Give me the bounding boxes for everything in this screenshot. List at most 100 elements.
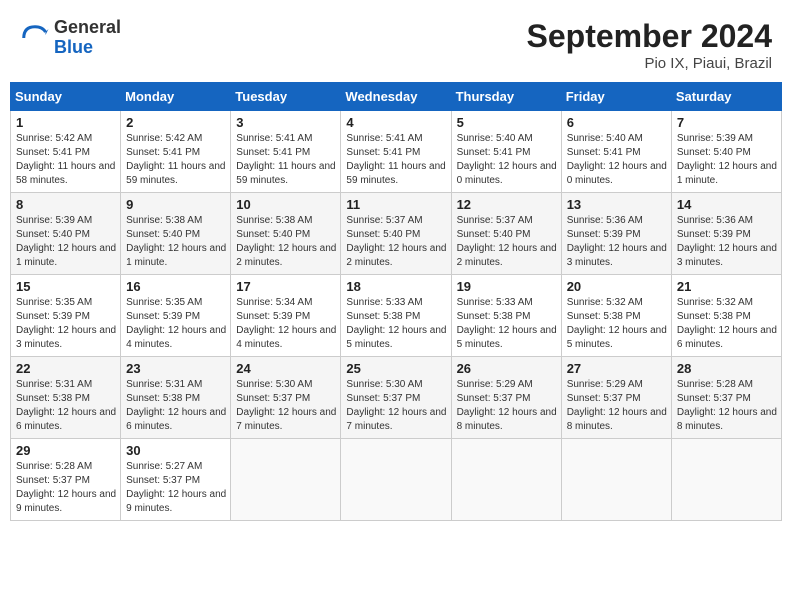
- day-number: 26: [457, 361, 557, 376]
- calendar-cell: 13 Sunrise: 5:36 AMSunset: 5:39 PMDayligh…: [561, 193, 671, 275]
- weekday-header-saturday: Saturday: [671, 83, 781, 111]
- day-info: Sunrise: 5:28 AMSunset: 5:37 PMDaylight:…: [16, 460, 116, 516]
- calendar-cell: 3Sunrise: 5:41 AMSunset: 5:41 PMDaylight…: [231, 111, 341, 193]
- day-number: 10: [236, 197, 336, 212]
- day-number: 16: [126, 279, 226, 294]
- calendar-cell: 7Sunrise: 5:39 AMSunset: 5:40 PMDaylight…: [671, 111, 781, 193]
- day-number: 11: [346, 197, 446, 212]
- calendar-cell: 27 Sunrise: 5:29 AMSunset: 5:37 PMDayligh…: [561, 357, 671, 439]
- day-info: Sunrise: 5:40 AMSunset: 5:41 PMDaylight:…: [567, 132, 667, 188]
- weekday-header-wednesday: Wednesday: [341, 83, 451, 111]
- day-number: 24: [236, 361, 336, 376]
- day-number: 5: [457, 115, 557, 130]
- calendar-cell: 29 Sunrise: 5:28 AMSunset: 5:37 PMDayligh…: [11, 439, 121, 521]
- page-header: General Blue September 2024 Pio IX, Piau…: [10, 10, 782, 76]
- day-info: Sunrise: 5:38 AMSunset: 5:40 PMDaylight:…: [236, 214, 336, 270]
- calendar-cell: 17 Sunrise: 5:34 AMSunset: 5:39 PMDayligh…: [231, 275, 341, 357]
- day-info: Sunrise: 5:38 AMSunset: 5:40 PMDaylight:…: [126, 214, 226, 270]
- day-number: 30: [126, 443, 226, 458]
- calendar-table: SundayMondayTuesdayWednesdayThursdayFrid…: [10, 82, 782, 521]
- calendar-cell: 26 Sunrise: 5:29 AMSunset: 5:37 PMDayligh…: [451, 357, 561, 439]
- calendar-cell: 28Sunrise: 5:28 AMSunset: 5:37 PMDayligh…: [671, 357, 781, 439]
- day-info: Sunrise: 5:42 AMSunset: 5:41 PMDaylight:…: [16, 132, 116, 188]
- calendar-week-row: 1 Sunrise: 5:42 AMSunset: 5:41 PMDaylight…: [11, 111, 782, 193]
- weekday-header-monday: Monday: [121, 83, 231, 111]
- month-year-title: September 2024: [527, 18, 772, 55]
- day-number: 12: [457, 197, 557, 212]
- day-info: Sunrise: 5:40 AMSunset: 5:41 PMDaylight:…: [457, 132, 557, 188]
- day-number: 18: [346, 279, 446, 294]
- calendar-cell: 1 Sunrise: 5:42 AMSunset: 5:41 PMDaylight…: [11, 111, 121, 193]
- day-info: Sunrise: 5:39 AMSunset: 5:40 PMDaylight:…: [16, 214, 116, 270]
- day-number: 27: [567, 361, 667, 376]
- day-number: 13: [567, 197, 667, 212]
- calendar-cell: 11 Sunrise: 5:37 AMSunset: 5:40 PMDayligh…: [341, 193, 451, 275]
- calendar-cell: 22 Sunrise: 5:31 AMSunset: 5:38 PMDayligh…: [11, 357, 121, 439]
- day-number: 19: [457, 279, 557, 294]
- logo: General Blue: [20, 18, 121, 58]
- calendar-cell: 16 Sunrise: 5:35 AMSunset: 5:39 PMDayligh…: [121, 275, 231, 357]
- calendar-cell: 4Sunrise: 5:41 AMSunset: 5:41 PMDaylight…: [341, 111, 451, 193]
- day-number: 4: [346, 115, 446, 130]
- calendar-cell: [231, 439, 341, 521]
- day-info: Sunrise: 5:37 AMSunset: 5:40 PMDaylight:…: [457, 214, 557, 270]
- calendar-cell: 6Sunrise: 5:40 AMSunset: 5:41 PMDaylight…: [561, 111, 671, 193]
- day-number: 29: [16, 443, 116, 458]
- calendar-cell: 5 Sunrise: 5:40 AMSunset: 5:41 PMDaylight…: [451, 111, 561, 193]
- day-info: Sunrise: 5:36 AMSunset: 5:39 PMDaylight:…: [677, 214, 777, 270]
- calendar-cell: 8 Sunrise: 5:39 AMSunset: 5:40 PMDaylight…: [11, 193, 121, 275]
- day-info: Sunrise: 5:29 AMSunset: 5:37 PMDaylight:…: [457, 378, 557, 434]
- calendar-cell: 30 Sunrise: 5:27 AMSunset: 5:37 PMDayligh…: [121, 439, 231, 521]
- calendar-cell: [561, 439, 671, 521]
- day-number: 3: [236, 115, 336, 130]
- weekday-header-thursday: Thursday: [451, 83, 561, 111]
- day-info: Sunrise: 5:35 AMSunset: 5:39 PMDaylight:…: [16, 296, 116, 352]
- title-block: September 2024 Pio IX, Piaui, Brazil: [527, 18, 772, 72]
- calendar-cell: 25Sunrise: 5:30 AMSunset: 5:37 PMDayligh…: [341, 357, 451, 439]
- calendar-cell: 19 Sunrise: 5:33 AMSunset: 5:38 PMDayligh…: [451, 275, 561, 357]
- day-info: Sunrise: 5:36 AMSunset: 5:39 PMDaylight:…: [567, 214, 667, 270]
- day-info: Sunrise: 5:32 AMSunset: 5:38 PMDaylight:…: [677, 296, 777, 352]
- logo-icon: [20, 23, 50, 53]
- calendar-cell: 9 Sunrise: 5:38 AMSunset: 5:40 PMDaylight…: [121, 193, 231, 275]
- day-number: 1: [16, 115, 116, 130]
- calendar-cell: 15Sunrise: 5:35 AMSunset: 5:39 PMDayligh…: [11, 275, 121, 357]
- calendar-week-row: 22 Sunrise: 5:31 AMSunset: 5:38 PMDayligh…: [11, 357, 782, 439]
- day-number: 8: [16, 197, 116, 212]
- calendar-week-row: 15Sunrise: 5:35 AMSunset: 5:39 PMDayligh…: [11, 275, 782, 357]
- day-number: 22: [16, 361, 116, 376]
- day-info: Sunrise: 5:27 AMSunset: 5:37 PMDaylight:…: [126, 460, 226, 516]
- day-number: 14: [677, 197, 777, 212]
- day-info: Sunrise: 5:42 AMSunset: 5:41 PMDaylight:…: [126, 132, 226, 188]
- day-info: Sunrise: 5:37 AMSunset: 5:40 PMDaylight:…: [346, 214, 446, 270]
- calendar-week-row: 8 Sunrise: 5:39 AMSunset: 5:40 PMDaylight…: [11, 193, 782, 275]
- day-info: Sunrise: 5:34 AMSunset: 5:39 PMDaylight:…: [236, 296, 336, 352]
- weekday-header-sunday: Sunday: [11, 83, 121, 111]
- logo-general-text: General: [54, 18, 121, 38]
- day-info: Sunrise: 5:33 AMSunset: 5:38 PMDaylight:…: [457, 296, 557, 352]
- calendar-cell: 20Sunrise: 5:32 AMSunset: 5:38 PMDayligh…: [561, 275, 671, 357]
- day-number: 20: [567, 279, 667, 294]
- day-info: Sunrise: 5:33 AMSunset: 5:38 PMDaylight:…: [346, 296, 446, 352]
- day-number: 23: [126, 361, 226, 376]
- calendar-week-row: 29 Sunrise: 5:28 AMSunset: 5:37 PMDayligh…: [11, 439, 782, 521]
- day-info: Sunrise: 5:30 AMSunset: 5:37 PMDaylight:…: [236, 378, 336, 434]
- calendar-cell: 2Sunrise: 5:42 AMSunset: 5:41 PMDaylight…: [121, 111, 231, 193]
- day-info: Sunrise: 5:35 AMSunset: 5:39 PMDaylight:…: [126, 296, 226, 352]
- day-info: Sunrise: 5:28 AMSunset: 5:37 PMDaylight:…: [677, 378, 777, 434]
- calendar-cell: 21Sunrise: 5:32 AMSunset: 5:38 PMDayligh…: [671, 275, 781, 357]
- day-number: 7: [677, 115, 777, 130]
- day-info: Sunrise: 5:29 AMSunset: 5:37 PMDaylight:…: [567, 378, 667, 434]
- weekday-header-tuesday: Tuesday: [231, 83, 341, 111]
- location-subtitle: Pio IX, Piaui, Brazil: [527, 55, 772, 72]
- calendar-cell: [671, 439, 781, 521]
- day-info: Sunrise: 5:31 AMSunset: 5:38 PMDaylight:…: [16, 378, 116, 434]
- calendar-cell: 10 Sunrise: 5:38 AMSunset: 5:40 PMDayligh…: [231, 193, 341, 275]
- day-number: 9: [126, 197, 226, 212]
- day-info: Sunrise: 5:31 AMSunset: 5:38 PMDaylight:…: [126, 378, 226, 434]
- calendar-cell: [451, 439, 561, 521]
- day-number: 17: [236, 279, 336, 294]
- calendar-cell: 24 Sunrise: 5:30 AMSunset: 5:37 PMDayligh…: [231, 357, 341, 439]
- calendar-cell: 12 Sunrise: 5:37 AMSunset: 5:40 PMDayligh…: [451, 193, 561, 275]
- weekday-header-row: SundayMondayTuesdayWednesdayThursdayFrid…: [11, 83, 782, 111]
